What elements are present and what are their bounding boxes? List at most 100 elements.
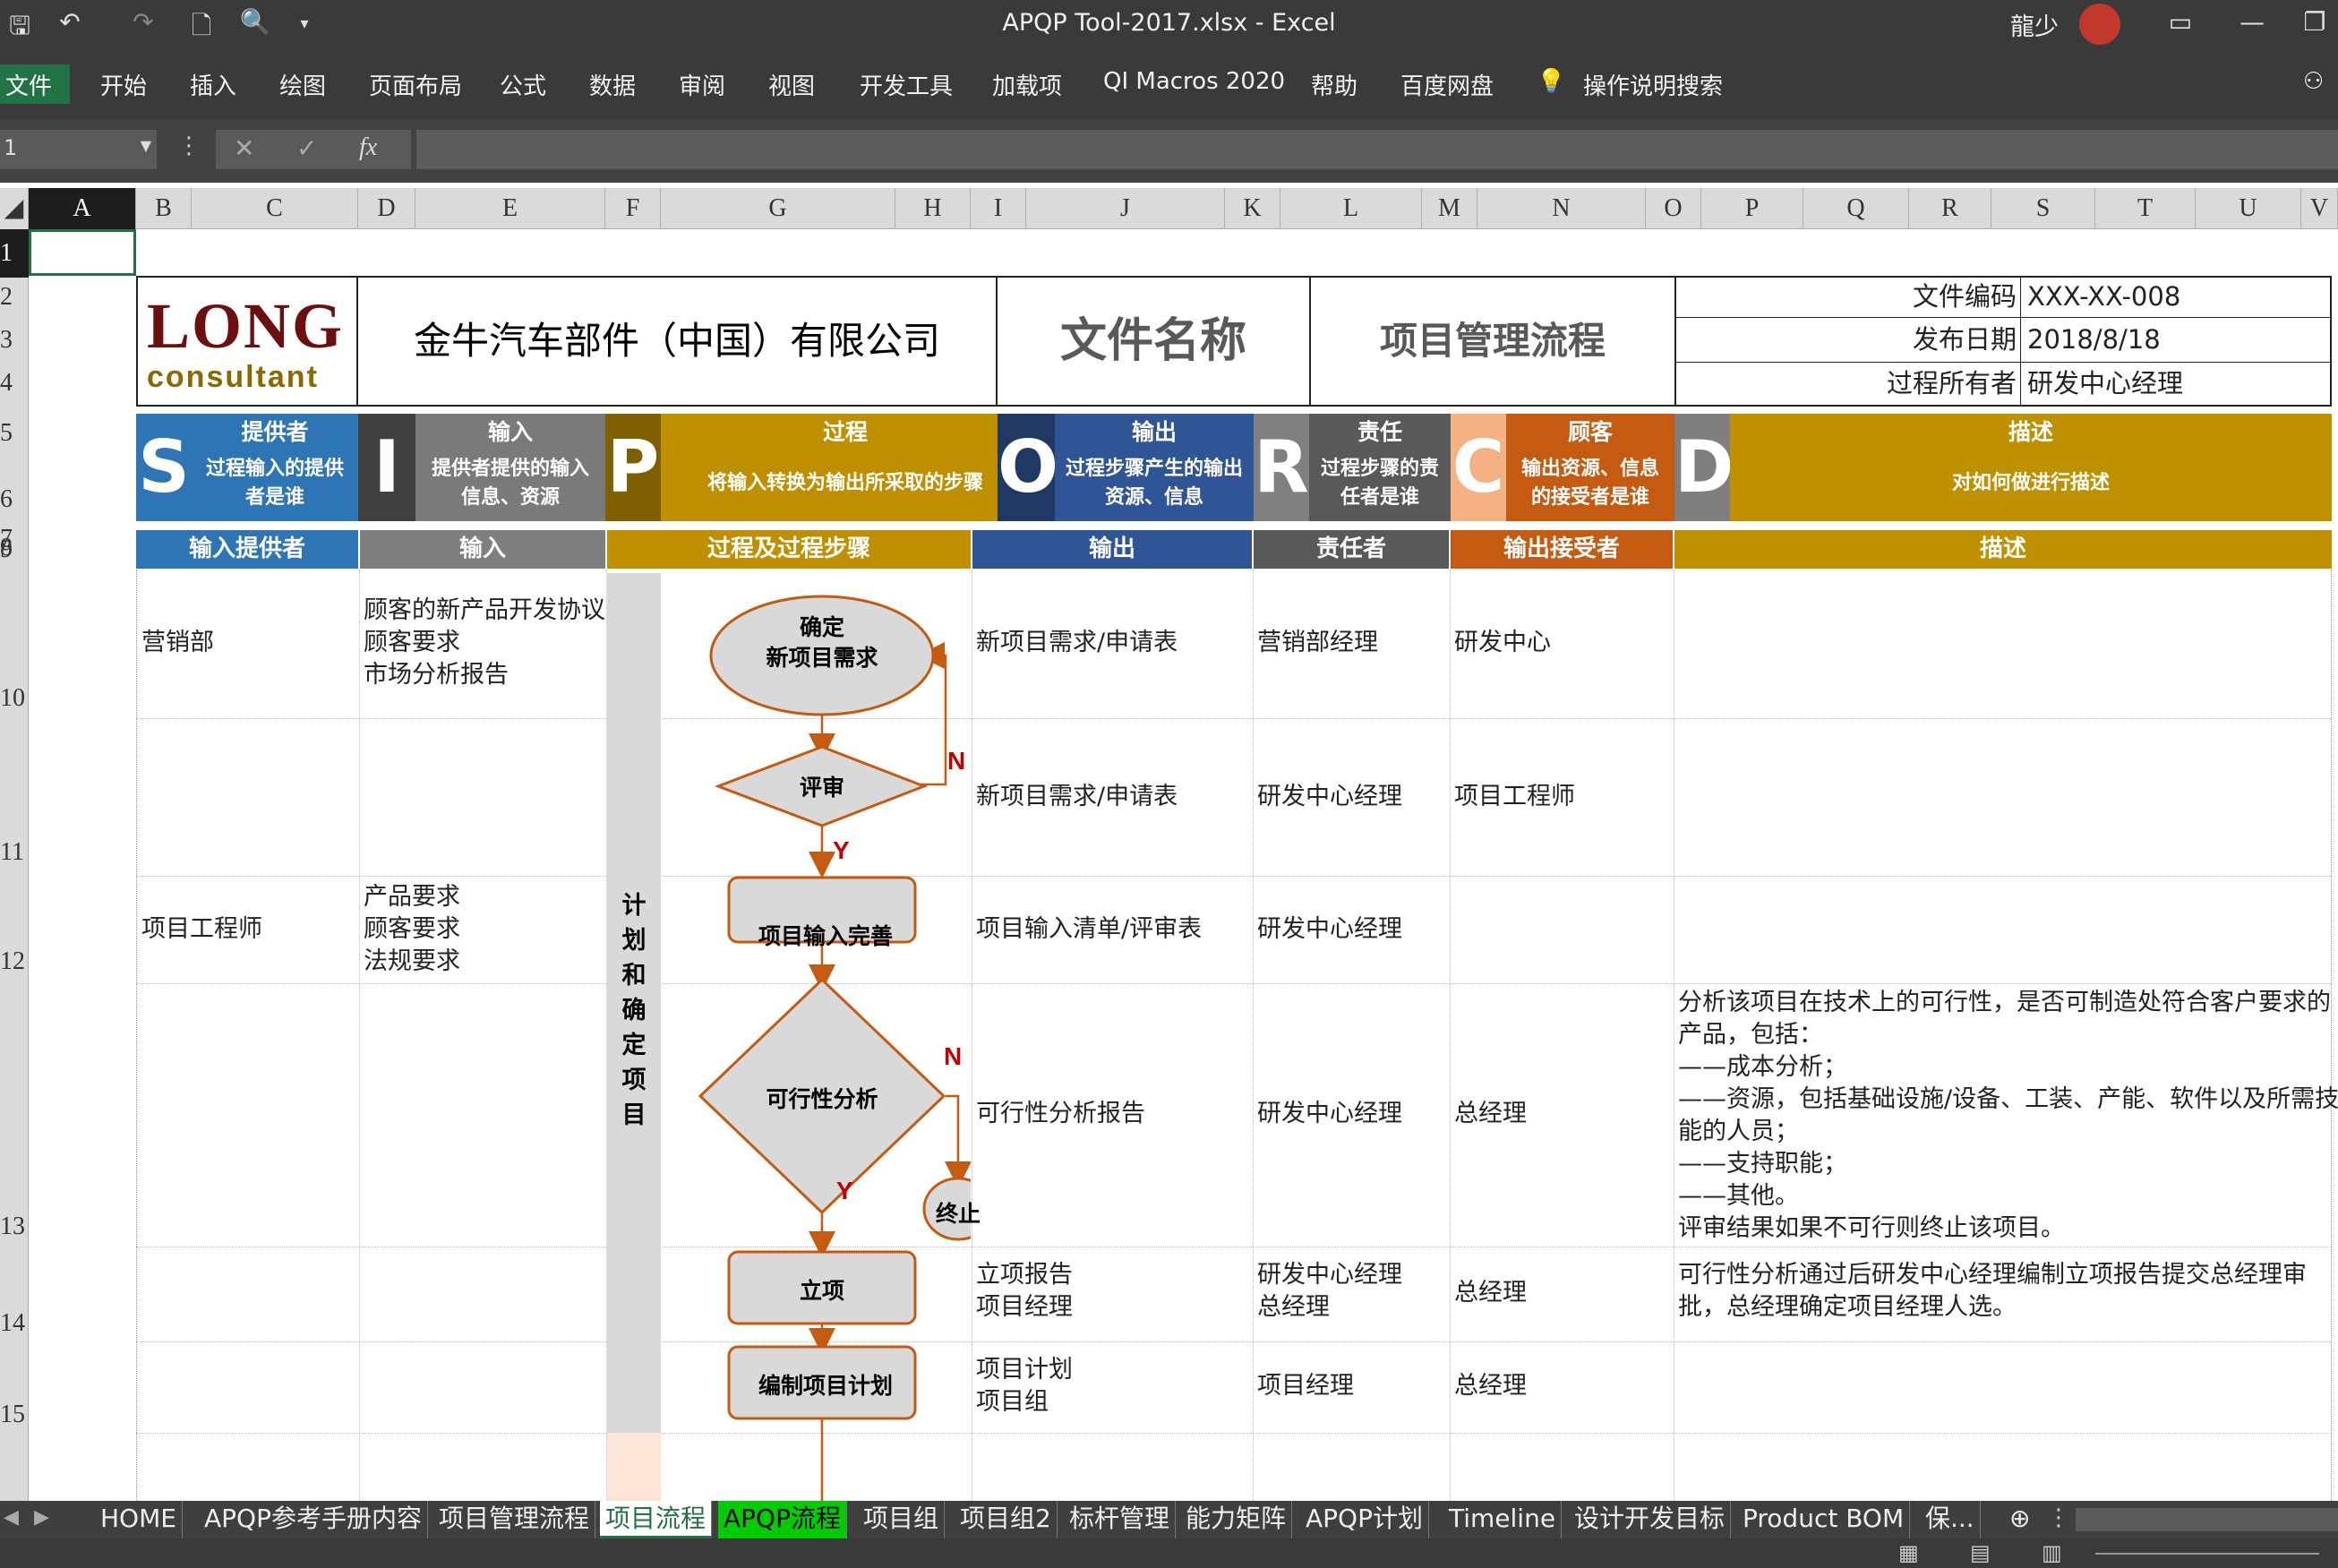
cell-output[interactable]: 可行性分析报告 [976, 1098, 1145, 1130]
horizontal-scrollbar[interactable] [2076, 1508, 2338, 1531]
column-header[interactable]: F [605, 188, 661, 229]
row-header[interactable]: 9 [0, 536, 29, 564]
row-header[interactable]: 10 [0, 684, 29, 713]
sheet-tab[interactable]: Product BOM [1737, 1501, 1911, 1538]
column-header[interactable]: K [1225, 188, 1280, 229]
sheet-tab[interactable]: 能力矩阵 [1180, 1501, 1293, 1538]
tell-me-search[interactable]: 操作说明搜索 [1583, 68, 1723, 101]
page-break-view-icon[interactable]: ▥ [2042, 1540, 2062, 1565]
column-header[interactable]: J [1026, 188, 1225, 229]
avatar[interactable] [2079, 4, 2120, 45]
row-header[interactable]: 15 [0, 1401, 29, 1429]
chevron-down-icon[interactable]: ▼ [141, 137, 151, 154]
column-header[interactable]: H [895, 188, 971, 229]
cell-output[interactable]: 项目计划 项目组 [976, 1354, 1073, 1418]
column-header[interactable]: N [1477, 188, 1646, 229]
tab-page-layout[interactable]: 页面布局 [369, 68, 462, 101]
row-header[interactable]: 6 [0, 485, 29, 514]
cell-receiver[interactable]: 总经理 [1454, 1370, 1527, 1402]
select-all-button[interactable]: ◢ [0, 188, 29, 229]
sheet-tab[interactable]: 标杆管理 [1064, 1501, 1177, 1538]
tab-review[interactable]: 审阅 [679, 68, 725, 101]
minimize-icon[interactable]: — [2234, 7, 2270, 37]
column-header[interactable]: S [1991, 188, 2095, 229]
formula-input[interactable] [416, 130, 2338, 169]
scroll-left-icon[interactable]: ◀ [4, 1506, 19, 1529]
column-header[interactable]: C [192, 188, 358, 229]
column-header[interactable]: V [2301, 188, 2338, 229]
column-header[interactable]: A [29, 188, 136, 229]
tab-home[interactable]: 开始 [100, 68, 147, 101]
page-layout-view-icon[interactable]: ▤ [1970, 1540, 1991, 1565]
user-name[interactable]: 龍少 [2010, 7, 2059, 42]
row-header[interactable]: 1 [0, 229, 29, 278]
cell-receiver[interactable]: 项目工程师 [1454, 781, 1575, 813]
sheet-tab[interactable]: 项目管理流程 [433, 1501, 596, 1538]
tab-draw[interactable]: 绘图 [279, 68, 326, 101]
scroll-right-icon[interactable]: ▶ [34, 1506, 49, 1529]
sheet-tab[interactable]: APQP参考手册内容 [199, 1501, 428, 1538]
active-cell-a1[interactable] [29, 229, 136, 276]
tab-data[interactable]: 数据 [589, 68, 636, 101]
column-header[interactable]: U [2196, 188, 2301, 229]
cell-receiver[interactable]: 总经理 [1454, 1098, 1527, 1130]
cell-receiver[interactable]: 研发中心 [1454, 627, 1551, 659]
column-header[interactable]: P [1701, 188, 1803, 229]
column-header[interactable]: Q [1803, 188, 1909, 229]
column-header[interactable]: E [415, 188, 605, 229]
cell-input[interactable]: 顾客的新产品开发协议 顾客要求 市场分析报告 [364, 595, 605, 691]
cell-description[interactable]: 可行性分析通过后研发中心经理编制立项报告提交总经理审 批，总经理确定项目经理人选… [1678, 1259, 2307, 1324]
tab-file[interactable]: 文件 [0, 64, 70, 104]
row-header[interactable]: 14 [0, 1309, 29, 1338]
cell-owner[interactable]: 营销部经理 [1257, 627, 1378, 659]
enter-icon[interactable]: ✓ [296, 133, 317, 163]
row-header[interactable]: 5 [0, 419, 29, 448]
sheet-tab[interactable]: HOME [95, 1501, 183, 1538]
tab-view[interactable]: 视图 [768, 68, 815, 101]
cell-owner[interactable]: 研发中心经理 [1257, 913, 1402, 946]
sheet-tab[interactable]: 保... [1920, 1501, 1981, 1538]
tab-baidu[interactable]: 百度网盘 [1400, 68, 1494, 101]
cancel-icon[interactable]: ✕ [234, 133, 254, 163]
cell-output[interactable]: 新项目需求/申请表 [976, 627, 1178, 659]
tab-insert[interactable]: 插入 [190, 68, 236, 101]
column-header[interactable]: O [1646, 188, 1701, 229]
insert-function-icon[interactable]: fx [359, 133, 377, 162]
cell-output[interactable]: 新项目需求/申请表 [976, 781, 1178, 813]
ribbon-display-icon[interactable]: ▭ [2162, 7, 2198, 37]
cell-owner[interactable]: 项目经理 [1257, 1370, 1354, 1402]
cell-input[interactable]: 产品要求 顾客要求 法规要求 [364, 881, 460, 978]
sheet-tab[interactable]: 设计开发目标 [1569, 1501, 1732, 1538]
cell-supplier[interactable]: 营销部 [141, 627, 214, 659]
worksheet-grid[interactable]: LONG consultant 金牛汽车部件（中国）有限公司 文件名称 项目管理… [29, 229, 2338, 1501]
row-header[interactable]: 3 [0, 326, 29, 355]
cell-receiver[interactable]: 总经理 [1454, 1277, 1527, 1309]
tab-qi-macros[interactable]: QI Macros 2020 [1103, 68, 1285, 95]
normal-view-icon[interactable]: ▦ [1898, 1540, 1919, 1565]
cell-supplier[interactable]: 项目工程师 [141, 913, 262, 946]
column-header[interactable]: L [1280, 188, 1422, 229]
zoom-slider[interactable] [2095, 1553, 2319, 1555]
cell-owner[interactable]: 研发中心经理 [1257, 781, 1402, 813]
more-icon[interactable]: ⋮ [2047, 1504, 2070, 1531]
row-header[interactable]: 4 [0, 369, 29, 398]
tab-help[interactable]: 帮助 [1311, 68, 1357, 101]
cell-output[interactable]: 项目输入清单/评审表 [976, 913, 1202, 946]
row-header[interactable]: 13 [0, 1212, 29, 1241]
restore-icon[interactable]: ❐ [2297, 7, 2333, 37]
column-header[interactable]: M [1422, 188, 1477, 229]
tab-developer[interactable]: 开发工具 [860, 68, 953, 101]
column-header[interactable]: T [2095, 188, 2196, 229]
cell-output[interactable]: 立项报告 项目经理 [976, 1259, 1073, 1324]
sheet-tab[interactable]: 项目组2 [955, 1501, 1058, 1538]
sheet-tab[interactable]: Timeline [1443, 1501, 1563, 1538]
column-header[interactable]: I [971, 188, 1026, 229]
row-header[interactable]: 11 [0, 838, 29, 867]
row-header[interactable]: 2 [0, 283, 29, 312]
column-header[interactable]: R [1909, 188, 1991, 229]
cell-owner[interactable]: 研发中心经理 总经理 [1257, 1259, 1402, 1324]
column-header[interactable]: G [661, 188, 895, 229]
share-icon[interactable]: ⚇ [2303, 68, 2324, 95]
name-box[interactable]: 1 ▼ [0, 130, 157, 169]
sheet-tab[interactable]: APQP计划 [1300, 1501, 1429, 1538]
